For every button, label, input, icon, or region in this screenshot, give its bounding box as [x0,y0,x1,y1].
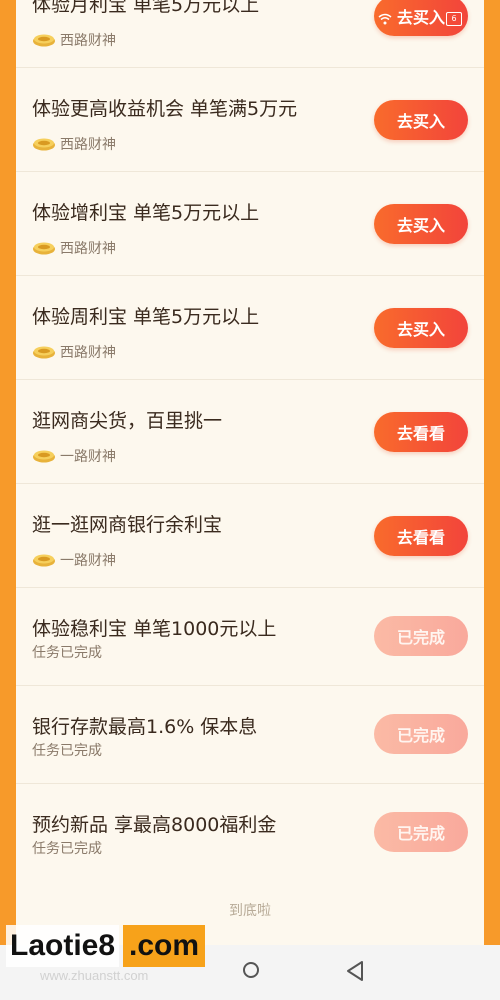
task-title: 体验周利宝 单笔5万元以上 [32,306,260,328]
task-title: 体验更高收益机会 单笔满5万元 [32,98,298,120]
coin-icon [33,346,55,359]
task-done-button: 已完成 [374,714,468,754]
task-subtitle: 任务已完成 [32,642,102,662]
task-subtitle-text: 任务已完成 [32,645,102,661]
task-title: 预约新品 享最高8000福利金 [32,814,277,836]
task-title: 逛网商尖货，百里挑一 [32,410,223,432]
task-list-card: 体验月利宝 单笔5万元以上 西路财神 去买入 体验更高收益机会 单笔满5万元 西… [16,0,484,945]
task-row: 逛网商尖货，百里挑一 一路财神 去看看 [16,380,484,484]
task-title: 逛一逛网商银行余利宝 [32,514,223,536]
task-row: 体验稳利宝 单笔1000元以上 任务已完成 已完成 [16,588,484,686]
task-done-button: 已完成 [374,812,468,852]
task-row: 预约新品 享最高8000福利金 任务已完成 已完成 [16,784,484,882]
coin-icon [33,34,55,47]
watermark-left-text: Laotie8 [6,925,120,967]
task-subtitle-text: 一路财神 [60,553,116,569]
task-title: 体验月利宝 单笔5万元以上 [32,0,260,16]
task-subtitle-text: 任务已完成 [32,743,102,759]
task-subtitle: 西路财神 [32,30,116,50]
task-action-button[interactable]: 去看看 [374,412,468,452]
task-row: 体验更高收益机会 单笔满5万元 西路财神 去买入 [16,68,484,172]
task-row: 体验周利宝 单笔5万元以上 西路财神 去买入 [16,276,484,380]
task-subtitle-text: 一路财神 [60,449,116,465]
task-subtitle-text: 任务已完成 [32,841,102,857]
task-action-button[interactable]: 去买入 [374,100,468,140]
battery-icon: 6 [446,12,462,26]
coin-icon [33,554,55,567]
task-done-button: 已完成 [374,616,468,656]
task-subtitle: 一路财神 [32,446,116,466]
task-action-button[interactable]: 去买入 [374,204,468,244]
task-subtitle: 任务已完成 [32,740,102,760]
task-subtitle-text: 西路财神 [60,33,116,49]
task-subtitle-text: 西路财神 [60,137,116,153]
task-subtitle-text: 西路财神 [60,241,116,257]
coin-icon [33,450,55,463]
task-action-button[interactable]: 去看看 [374,516,468,556]
wifi-icon [378,13,392,25]
task-action-button[interactable]: 去买入 [374,308,468,348]
task-subtitle: 西路财神 [32,342,116,362]
end-of-list-text: 到底啦 [229,903,271,919]
task-title: 体验稳利宝 单笔1000元以上 [32,618,277,640]
home-icon[interactable] [243,962,259,978]
coin-icon [33,138,55,151]
task-title: 体验增利宝 单笔5万元以上 [32,202,260,224]
watermark-logo: Laotie8 .com [6,925,206,967]
task-subtitle: 西路财神 [32,134,116,154]
task-subtitle-text: 西路财神 [60,345,116,361]
status-indicators: 6 [372,6,468,32]
task-subtitle: 西路财神 [32,238,116,258]
task-row: 逛一逛网商银行余利宝 一路财神 去看看 [16,484,484,588]
task-subtitle: 任务已完成 [32,838,102,858]
task-title: 银行存款最高1.6% 保本息 [32,716,258,738]
back-icon[interactable] [345,960,365,982]
coin-icon [33,242,55,255]
task-row: 银行存款最高1.6% 保本息 任务已完成 已完成 [16,686,484,784]
task-subtitle: 一路财神 [32,550,116,570]
watermark-url: www.zhuanstt.com [40,968,149,983]
task-row: 体验增利宝 单笔5万元以上 西路财神 去买入 [16,172,484,276]
watermark-right-text: .com [123,925,206,967]
